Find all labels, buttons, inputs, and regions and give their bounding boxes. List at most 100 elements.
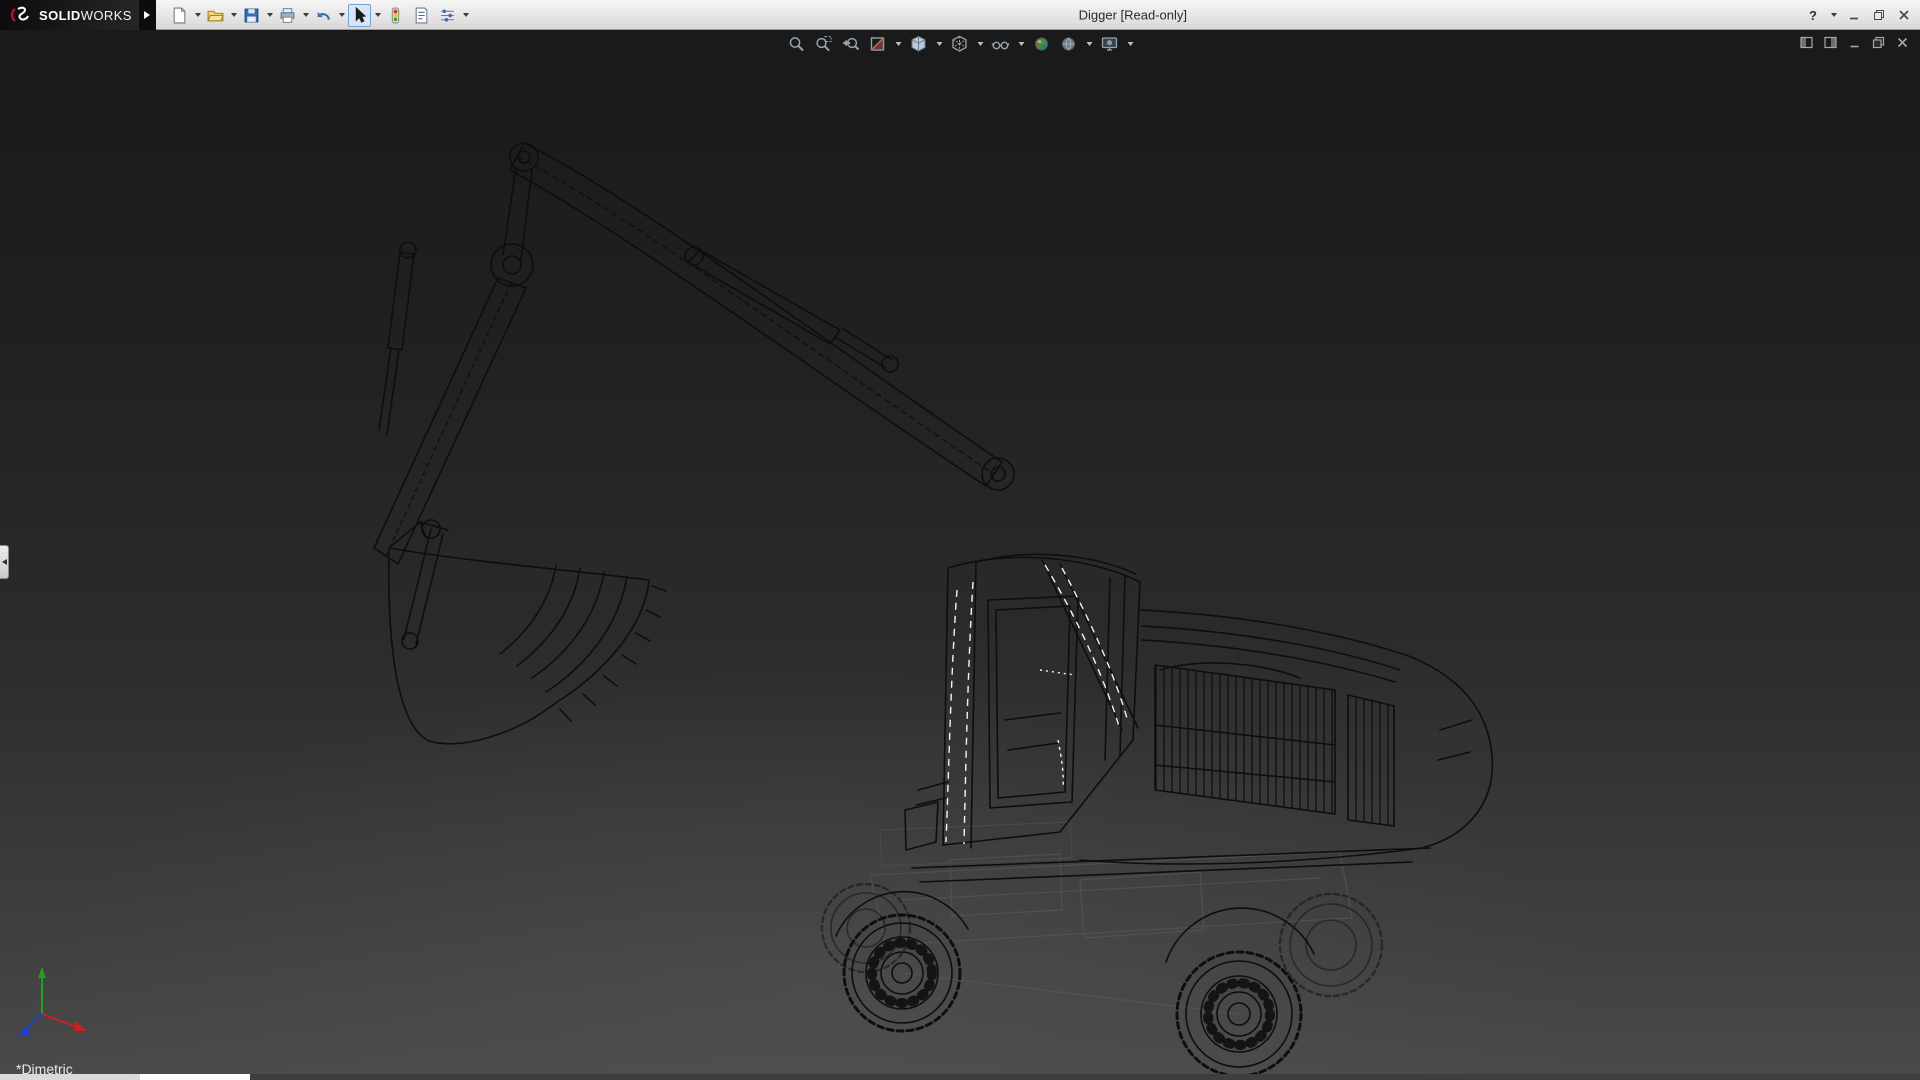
undo-button[interactable] [312,4,335,27]
zoom-to-fit-icon [788,35,806,53]
select-dropdown-icon[interactable] [375,13,381,17]
select-button[interactable] [348,4,371,27]
solidworks-logo: SOLIDWORKS [0,0,139,30]
document-window-controls [1799,35,1910,50]
taskbar-sliver-left [0,1074,140,1080]
feature-panel-collapse-tab[interactable] [0,545,9,579]
standard-toolbar [156,4,469,27]
boom-group [491,143,1014,490]
options-dropdown-icon[interactable] [463,13,469,17]
brand-light: WORKS [81,8,132,23]
rebuild-button[interactable] [384,4,407,27]
graphics-area[interactable]: *Dimetric [0,30,1920,1074]
rebuild-traffic-light-icon [387,7,404,24]
hide-show-items-button[interactable] [991,34,1011,54]
restore-icon [1873,9,1885,21]
view-orientation-icon [910,35,928,53]
brand-bold: SOLID [39,8,81,23]
zoom-to-area-button[interactable] [814,34,834,54]
display-style-icon [951,35,969,53]
minimize-document-button[interactable] [1847,35,1862,50]
select-cursor-icon [351,7,368,24]
apply-scene-dropdown-icon[interactable] [1087,42,1093,46]
split-pane-left-icon [1800,36,1813,49]
split-pane-right-button[interactable] [1823,35,1838,50]
excavator-wireframe [374,143,1492,1074]
view-orientation-label: *Dimetric [16,1061,73,1074]
open-button[interactable] [204,4,227,27]
view-settings-icon [1101,35,1119,53]
help-dropdown-icon[interactable] [1831,13,1837,17]
display-style-dropdown-icon[interactable] [978,42,984,46]
options-icon [439,7,456,24]
undo-dropdown-icon[interactable] [339,13,345,17]
edit-appearance-icon [1033,35,1051,53]
section-view-dropdown-icon[interactable] [896,42,902,46]
file-properties-button[interactable] [410,4,433,27]
section-view-button[interactable] [868,34,888,54]
help-button[interactable]: ? [1805,7,1821,23]
engine-body-group [1080,610,1492,864]
hide-show-dropdown-icon[interactable] [1019,42,1025,46]
restore-document-button[interactable] [1871,35,1886,50]
open-folder-icon [207,7,224,24]
window-controls: ? [1805,0,1912,30]
apply-scene-button[interactable] [1059,34,1079,54]
view-orientation-button[interactable] [909,34,929,54]
close-document-icon [1896,36,1909,49]
panel-collapse-icon [2,559,7,565]
hide-show-items-icon [992,35,1010,53]
restore-document-icon [1872,36,1885,49]
wheel-front-right [1177,952,1301,1074]
minimize-window-button[interactable] [1846,7,1862,23]
wheel-back-right [1280,894,1382,996]
options-button[interactable] [436,4,459,27]
zoom-to-area-icon [815,35,833,53]
new-document-button[interactable] [168,4,191,27]
print-button[interactable] [276,4,299,27]
orientation-triad [18,967,87,1036]
split-pane-right-icon [1824,36,1837,49]
close-icon [1898,9,1910,21]
view-settings-dropdown-icon[interactable] [1128,42,1134,46]
brand-text: SOLIDWORKS [39,8,132,23]
solidworks-window: SOLIDWORKS [0,0,1920,1080]
save-button[interactable] [240,4,263,27]
undo-icon [315,7,332,24]
heads-up-view-toolbar [787,34,1134,54]
restore-window-button[interactable] [1871,7,1887,23]
document-title: Digger [Read-only] [1079,8,1187,23]
close-window-button[interactable] [1896,7,1912,23]
minimize-icon [1848,9,1860,21]
save-icon [243,7,260,24]
split-pane-left-button[interactable] [1799,35,1814,50]
taskbar-sliver-start [140,1074,250,1080]
save-dropdown-icon[interactable] [267,13,273,17]
bucket-linkage-group [389,520,448,649]
help-icon: ? [1809,8,1817,23]
apply-scene-icon [1060,35,1078,53]
stick-cylinder-group [379,242,416,434]
bucket-group [389,548,666,744]
viewport-canvas-drawing [0,30,1920,1074]
open-dropdown-icon[interactable] [231,13,237,17]
zoom-to-fit-button[interactable] [787,34,807,54]
view-settings-button[interactable] [1100,34,1120,54]
edit-appearance-button[interactable] [1032,34,1052,54]
menu-bar: SOLIDWORKS [0,0,1920,30]
view-orientation-dropdown-icon[interactable] [937,42,943,46]
print-icon [279,7,296,24]
solidworks-logo-icon [9,5,33,25]
taskbar-sliver-right [250,1074,1920,1080]
menu-flyout-icon [144,11,150,19]
previous-view-icon [842,35,860,53]
section-view-icon [869,35,887,53]
print-dropdown-icon[interactable] [303,13,309,17]
previous-view-button[interactable] [841,34,861,54]
new-document-icon [171,7,188,24]
new-dropdown-icon[interactable] [195,13,201,17]
stick-group [374,278,526,564]
menu-flyout-button[interactable] [139,0,156,30]
display-style-button[interactable] [950,34,970,54]
close-document-button[interactable] [1895,35,1910,50]
